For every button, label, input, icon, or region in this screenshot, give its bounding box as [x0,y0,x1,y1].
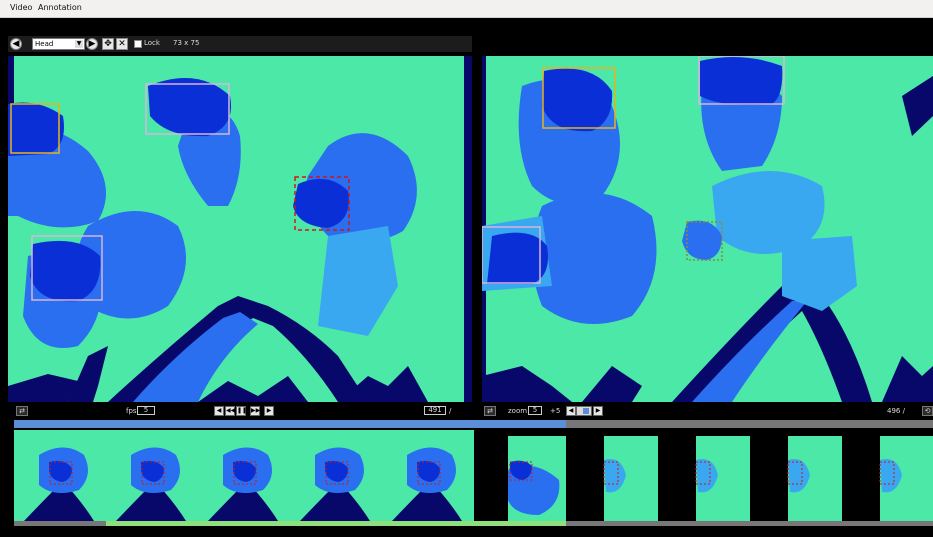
offset-left-button[interactable]: ◀ [566,406,576,416]
menu-video[interactable]: Video [10,3,32,12]
frame-thumbnail-image [106,430,198,521]
fps-input[interactable]: 5 [137,406,155,415]
frame-status-bar [842,521,933,526]
step-forward-button[interactable]: ▶ [264,406,274,416]
frame-thumbnail-image [842,430,933,521]
menu-bar: Video Annotation [0,0,933,18]
frame-status-bar [290,521,382,526]
skip-forward-button[interactable]: ▶▶ [250,406,260,416]
frame-thumbnail[interactable] [566,420,658,526]
frame-top-bar [658,420,750,428]
frame-status-bar [474,521,566,526]
box-size-readout: 73 x 75 [173,39,200,47]
swap-view-icon-right[interactable]: ⇄ [484,406,496,416]
back-arrow-icon[interactable]: ◀ [10,38,22,50]
frame-thumbnail-image [474,430,566,521]
frame-thumbnail[interactable] [474,420,566,526]
lock-checkbox[interactable] [134,40,142,48]
frame-top-bar [106,420,198,428]
right-depth-view[interactable] [482,56,933,402]
lock-label: Lock [144,39,160,47]
frame-status-bar [382,521,474,526]
right-frame-label: 496 / [887,407,905,415]
swap-view-icon[interactable]: ⇄ [16,406,28,416]
frame-thumbnail[interactable] [290,420,382,526]
frame-thumbnail[interactable] [382,420,474,526]
move-box-icon[interactable]: ✥ [102,38,114,50]
label-select-value: Head [35,40,54,48]
offset-label: +5 [550,407,561,415]
frame-thumbnail[interactable] [658,420,750,526]
frame-top-bar [198,420,290,428]
frame-thumbnail-image [750,430,842,521]
frame-top-bar [382,420,474,428]
chevron-down-icon: ▼ [75,40,83,48]
frame-thumbnail-image [658,430,750,521]
frame-thumbnail[interactable] [198,420,290,526]
zoom-label: zoom [508,407,528,415]
frame-top-bar [566,420,658,428]
pause-button[interactable]: ❚❚ [236,406,247,416]
frame-status-bar [106,521,198,526]
frame-status-bar [14,521,106,526]
frame-thumbnail-image [290,430,382,521]
frame-thumbnail-image [382,430,474,521]
frame-input[interactable]: 491 [424,406,446,415]
fps-label: fps [126,407,137,415]
skip-back-button[interactable]: ◀◀ [225,406,235,416]
refresh-icon[interactable]: ⟲ [922,406,933,416]
frame-top-bar [290,420,382,428]
offset-slider[interactable] [576,406,592,416]
frame-top-bar [750,420,842,428]
offset-slider-thumb[interactable] [583,408,589,414]
frame-thumbnail[interactable] [842,420,933,526]
frame-thumbnail-image [566,430,658,521]
frame-total-label: / [449,407,452,415]
frame-status-bar [566,521,658,526]
frame-status-bar [658,521,750,526]
frame-top-bar [474,420,566,428]
frame-top-bar [14,420,106,428]
offset-right-button[interactable]: ▶ [593,406,603,416]
label-select[interactable]: Head ▼ [32,38,85,50]
delete-box-icon[interactable]: ✕ [116,38,128,50]
frame-thumbnail[interactable] [106,420,198,526]
zoom-input[interactable]: 5 [528,406,542,415]
menu-annotation[interactable]: Annotation [38,3,82,12]
frame-thumbnail[interactable] [14,420,106,526]
frame-thumbnail-image [198,430,290,521]
annotation-toolbar: ◀ Head ▼ ▶ ✥ ✕ Lock 73 x 75 [8,36,472,52]
left-depth-view[interactable] [8,56,472,402]
frame-status-bar [198,521,290,526]
forward-arrow-icon[interactable]: ▶ [86,38,98,50]
frame-status-bar [750,521,842,526]
frame-thumbnail-image [14,430,106,521]
frame-thumbnail[interactable] [750,420,842,526]
frame-filmstrip [14,420,933,526]
step-back-button[interactable]: ◀ [214,406,224,416]
frame-top-bar [842,420,933,428]
